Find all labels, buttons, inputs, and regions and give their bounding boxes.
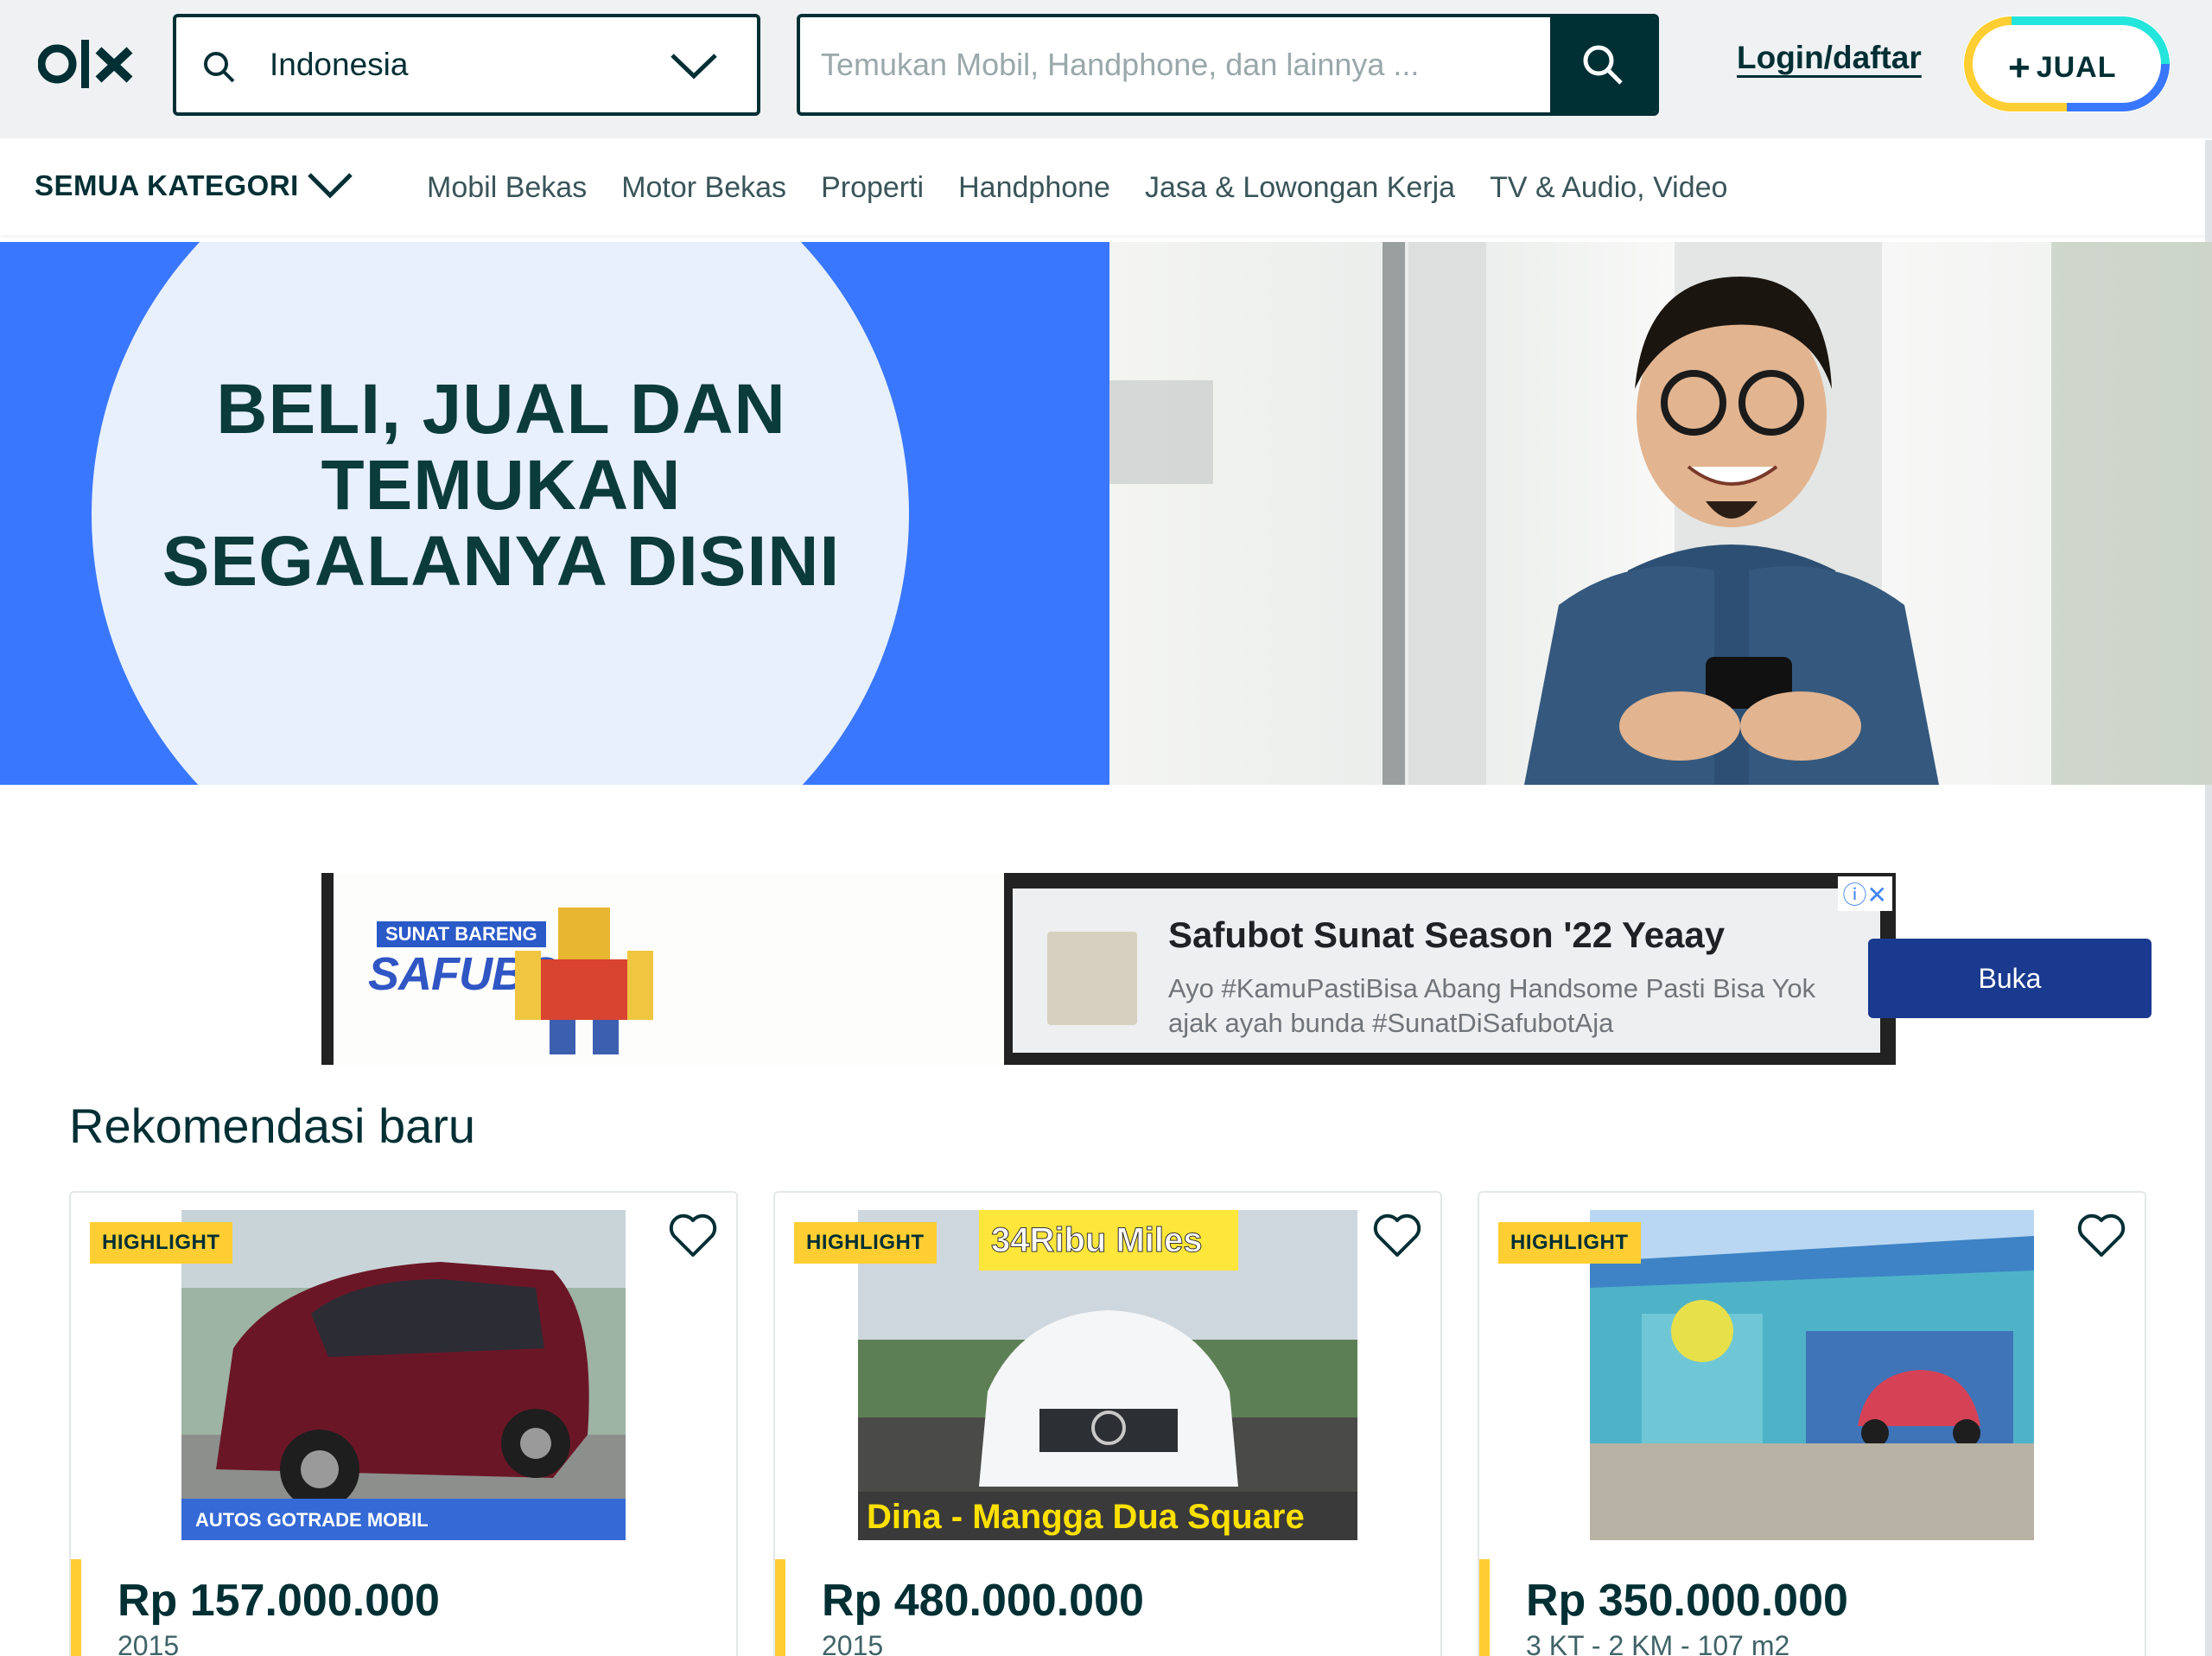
listing-price: Rp 157.000.000 bbox=[118, 1576, 440, 1626]
category-link-motor-bekas[interactable]: Motor Bekas bbox=[621, 171, 786, 205]
hero-headline: BELI, JUAL DAN TEMUKAN SEGALANYA DISINI bbox=[130, 372, 873, 600]
listing-image bbox=[1590, 1210, 2034, 1540]
listing-price: Rp 480.000.000 bbox=[822, 1576, 1144, 1626]
chevron-down-icon[interactable] bbox=[306, 168, 354, 202]
highlight-accent bbox=[71, 1559, 81, 1656]
category-link-jasa-lowongan[interactable]: Jasa & Lowongan Kerja bbox=[1145, 171, 1455, 205]
listing-card[interactable]: HIGHLIGHT Rp 350.000.000 3 KT - 2 KM - 1… bbox=[1478, 1191, 2146, 1656]
search-input[interactable] bbox=[800, 17, 1552, 112]
category-link-handphone[interactable]: Handphone bbox=[958, 171, 1110, 205]
highlight-badge: HIGHLIGHT bbox=[1498, 1222, 1641, 1264]
sell-button-label: + JUAL bbox=[2008, 47, 2117, 89]
search-icon bbox=[204, 52, 235, 83]
all-categories-toggle[interactable]: SEMUA KATEGORI bbox=[35, 169, 299, 202]
section-title: Rekomendasi baru bbox=[69, 1099, 476, 1153]
hero-line-2: TEMUKAN bbox=[321, 446, 682, 525]
login-link[interactable]: Login/daftar bbox=[1737, 40, 1922, 76]
plus-icon: + bbox=[2008, 47, 2031, 89]
hero-person-image bbox=[1109, 242, 2212, 785]
ad-thumbnail bbox=[1047, 932, 1137, 1025]
hero-banner[interactable]: BELI, JUAL DAN TEMUKAN SEGALANYA DISINI bbox=[0, 242, 2212, 785]
listing-image-overlay: Dina - Mangga Dua Square bbox=[867, 1498, 1305, 1536]
highlight-accent bbox=[775, 1559, 785, 1656]
listing-price: Rp 350.000.000 bbox=[1526, 1576, 1848, 1626]
heart-icon[interactable] bbox=[2075, 1212, 2127, 1260]
hero-line-1: BELI, JUAL DAN bbox=[216, 370, 786, 449]
hero-line-3: SEGALANYA DISINI bbox=[162, 522, 841, 601]
listing-detail: 3 KT - 2 KM - 107 m2 bbox=[1526, 1630, 1790, 1656]
highlight-badge: HIGHLIGHT bbox=[794, 1222, 937, 1264]
ad-close-icon[interactable]: ⓘ✕ bbox=[1837, 876, 1892, 911]
ad-creative-image: SUNAT BARENG SAFUBOT bbox=[334, 873, 1004, 1065]
ad-description: Ayo #KamuPastiBisa Abang Handsome Pasti … bbox=[1168, 973, 1816, 1038]
robot-illustration bbox=[515, 908, 653, 1054]
location-select[interactable]: Indonesia bbox=[173, 14, 760, 116]
olx-logo[interactable] bbox=[38, 31, 138, 97]
category-link-tv-audio[interactable]: TV & Audio, Video bbox=[1490, 171, 1727, 205]
listing-detail: 2015 bbox=[822, 1630, 884, 1656]
chevron-down-icon[interactable] bbox=[669, 48, 719, 83]
ad-open-button[interactable]: Buka bbox=[1868, 939, 2152, 1018]
heart-icon[interactable] bbox=[1371, 1212, 1423, 1260]
listing-detail: 2015 bbox=[118, 1630, 180, 1656]
highlight-accent bbox=[1479, 1559, 1490, 1656]
top-header: Indonesia Login/daftar +JUAL bbox=[0, 0, 2212, 138]
ad-content: Safubot Sunat Season '22 Yeaay Ayo #Kamu… bbox=[1013, 889, 2152, 1053]
ad-title[interactable]: Safubot Sunat Season '22 Yeaay bbox=[1168, 914, 1725, 956]
listing-image-overlay: AUTOS GOTRADE MOBIL bbox=[195, 1509, 429, 1531]
category-nav: SEMUA KATEGORI Mobil Bekas Motor Bekas P… bbox=[0, 140, 2212, 235]
highlight-badge: HIGHLIGHT bbox=[90, 1222, 232, 1264]
listing-card[interactable]: AUTOS GOTRADE MOBIL HIGHLIGHT Rp 157.000… bbox=[69, 1191, 738, 1656]
listing-image-overlay-top: 34Ribu Miles bbox=[991, 1221, 1203, 1259]
sell-button[interactable]: + JUAL bbox=[1963, 16, 2171, 112]
heart-icon[interactable] bbox=[667, 1212, 719, 1260]
listing-card[interactable]: 34Ribu Miles Dina - Mangga Dua Square HI… bbox=[773, 1191, 1442, 1656]
search-button[interactable] bbox=[1550, 17, 1656, 112]
listing-image: AUTOS GOTRADE MOBIL bbox=[181, 1210, 626, 1540]
category-links: Mobil Bekas Motor Bekas Properti Handpho… bbox=[427, 171, 1727, 205]
category-link-properti[interactable]: Properti bbox=[821, 171, 924, 205]
location-value: Indonesia bbox=[270, 47, 409, 82]
category-link-mobil-bekas[interactable]: Mobil Bekas bbox=[427, 171, 587, 205]
ad-banner[interactable]: SUNAT BARENG SAFUBOT Safubot Sunat Seaso… bbox=[321, 873, 2152, 1065]
search-icon bbox=[1583, 45, 1623, 85]
search-bar bbox=[797, 14, 1659, 116]
